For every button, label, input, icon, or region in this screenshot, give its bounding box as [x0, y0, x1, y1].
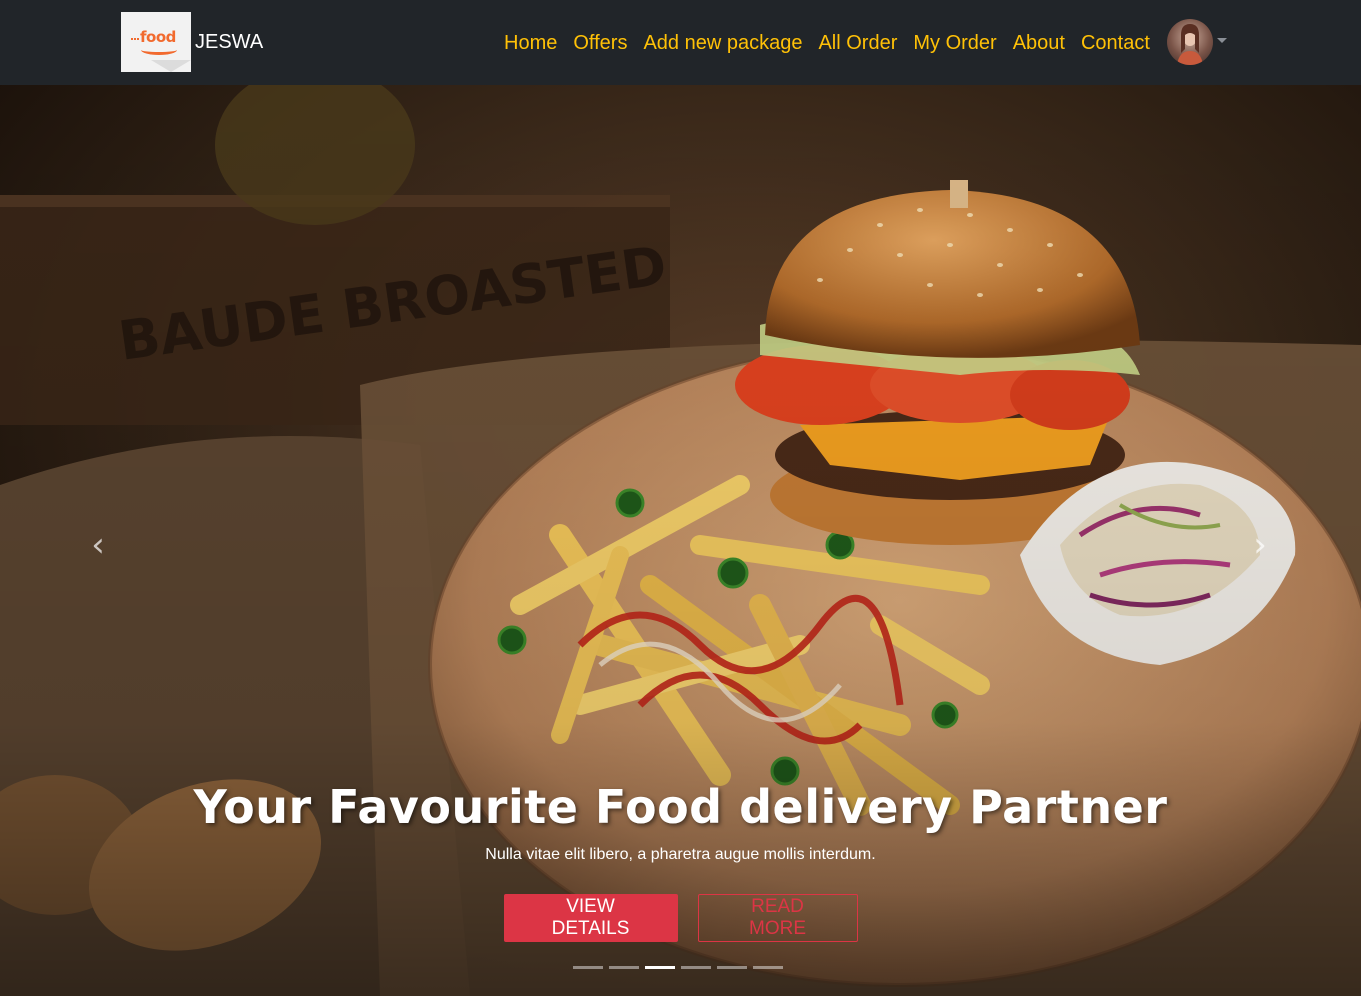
nav-link-my-order[interactable]: My Order	[913, 30, 996, 56]
caption-title: Your Favourite Food delivery Partner	[193, 780, 1168, 834]
nav-link-add-new-package[interactable]: Add new package	[643, 30, 802, 56]
brand-name: JESWA	[195, 30, 264, 53]
nav-link-about[interactable]: About	[1013, 30, 1065, 56]
food-logo: food	[121, 12, 191, 72]
hero-carousel: BAUDE BROASTED	[0, 85, 1361, 996]
nav-links: Home Offers Add new package All Order My…	[504, 30, 1150, 56]
nav-link-offers[interactable]: Offers	[573, 30, 627, 56]
carousel-caption: Your Favourite Food delivery Partner Nul…	[0, 780, 1361, 942]
navbar: food JESWA Home Offers Add new package A…	[0, 0, 1361, 85]
chevron-left-icon: ‹	[91, 525, 105, 565]
caption-buttons: VIEW DETAILS READ MORE	[0, 894, 1361, 942]
view-details-button[interactable]: VIEW DETAILS	[503, 894, 678, 942]
carousel-prev-button[interactable]: ‹	[78, 525, 118, 565]
carousel-indicator[interactable]	[753, 966, 783, 969]
carousel-indicator[interactable]	[609, 966, 639, 969]
nav-link-home[interactable]: Home	[504, 30, 557, 56]
nav-link-all-order[interactable]: All Order	[818, 30, 897, 56]
carousel-indicator-active[interactable]	[645, 966, 675, 969]
user-menu-toggle[interactable]	[1167, 19, 1227, 65]
chevron-down-icon	[1217, 38, 1227, 43]
carousel-indicator[interactable]	[717, 966, 747, 969]
carousel-indicator[interactable]	[681, 966, 711, 969]
caption-subtitle: Nulla vitae elit libero, a pharetra augu…	[485, 846, 876, 863]
carousel-indicators	[573, 966, 783, 969]
brand-link[interactable]: food JESWA	[121, 12, 263, 72]
carousel-next-button[interactable]: ›	[1240, 525, 1280, 565]
nav-link-contact[interactable]: Contact	[1081, 30, 1150, 56]
avatar[interactable]	[1167, 19, 1213, 65]
carousel-indicator[interactable]	[573, 966, 603, 969]
chevron-right-icon: ›	[1253, 525, 1267, 565]
read-more-button[interactable]: READ MORE	[697, 894, 858, 942]
logo-text: food	[140, 28, 176, 46]
